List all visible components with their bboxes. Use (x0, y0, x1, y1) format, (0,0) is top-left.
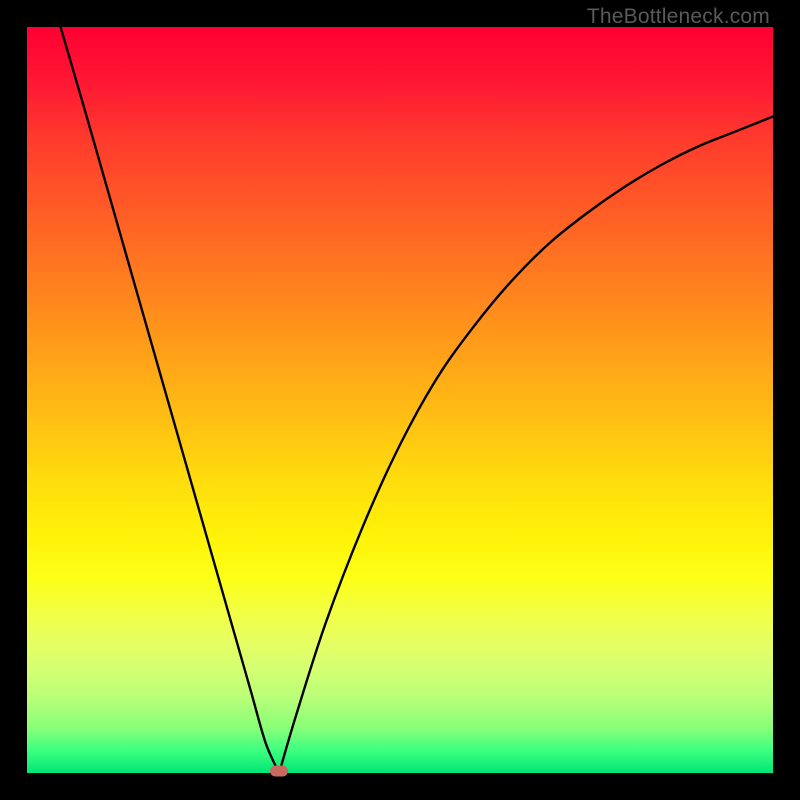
watermark-text: TheBottleneck.com (587, 5, 770, 29)
minimum-marker (270, 766, 288, 777)
chart-frame (27, 27, 773, 773)
bottleneck-curve (27, 27, 773, 773)
